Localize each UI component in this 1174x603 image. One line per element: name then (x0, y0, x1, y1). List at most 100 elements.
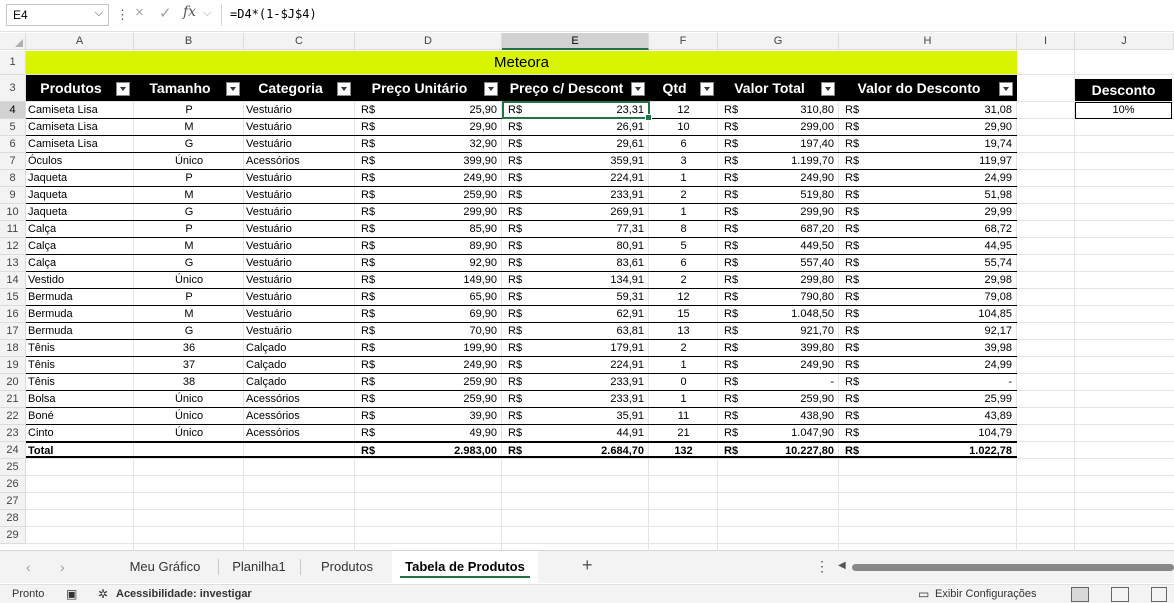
tamanho-cell[interactable]: M (134, 238, 244, 254)
horizontal-scrollbar[interactable]: ◀ (838, 560, 1174, 573)
total-cell[interactable]: 299,80 (718, 272, 839, 288)
more-options-icon[interactable]: ⋮ (815, 558, 829, 575)
qtd-cell[interactable]: 12 (649, 289, 718, 305)
categoria-cell[interactable]: Vestuário (244, 238, 355, 254)
desconto-cell[interactable]: 39,98 (839, 340, 1017, 356)
row-header-23[interactable]: 23 (0, 425, 26, 442)
categoria-cell[interactable]: Acessórios (244, 425, 355, 441)
desconto-cell[interactable]: 104,85 (839, 306, 1017, 322)
desconto-cell[interactable]: 29,99 (839, 204, 1017, 220)
row-header-24[interactable]: 24 (0, 442, 26, 459)
tamanho-cell[interactable]: 38 (134, 374, 244, 390)
row-header-3[interactable]: 3 (0, 75, 26, 102)
tamanho-cell[interactable]: 37 (134, 357, 244, 373)
row-header-7[interactable]: 7 (0, 153, 26, 170)
produto-cell[interactable]: Cinto (26, 425, 134, 441)
preco_desc-cell[interactable]: 44,91 (502, 425, 649, 441)
total-cell[interactable]: 10.227,80 (718, 443, 839, 459)
desconto-cell[interactable]: - (839, 374, 1017, 390)
cancel-icon[interactable]: × (135, 4, 144, 21)
qtd-cell[interactable]: 2 (649, 340, 718, 356)
filter-dropdown-icon[interactable] (116, 82, 130, 96)
produto-cell[interactable]: Jaqueta (26, 170, 134, 186)
preco_desc-cell[interactable]: 63,81 (502, 323, 649, 339)
active-cell-selection[interactable] (502, 101, 652, 121)
page-layout-view-button[interactable] (1111, 587, 1129, 602)
categoria-cell[interactable]: Vestuário (244, 306, 355, 322)
discount-value[interactable]: 10% (1075, 102, 1172, 119)
produto-cell[interactable]: Camiseta Lisa (26, 119, 134, 135)
chevron-down-icon[interactable]: ⌵ (95, 7, 103, 20)
preco-cell[interactable]: 249,90 (355, 357, 502, 373)
title-cell[interactable]: Meteora (26, 51, 1017, 74)
column-header-a[interactable]: A (26, 33, 134, 50)
insert-function-icon[interactable]: fx (183, 4, 196, 20)
total-cell[interactable]: 299,90 (718, 204, 839, 220)
desconto-cell[interactable]: 29,98 (839, 272, 1017, 288)
table-header-cell[interactable]: Preço Unitário (355, 75, 484, 101)
desconto-cell[interactable]: 1.022,78 (839, 443, 1017, 459)
row-header-6[interactable]: 6 (0, 136, 26, 153)
preco_desc-cell[interactable]: 29,61 (502, 136, 649, 152)
total-cell[interactable]: 299,00 (718, 119, 839, 135)
row-header-25[interactable]: 25 (0, 459, 26, 476)
tamanho-cell[interactable]: G (134, 323, 244, 339)
preco_desc-cell[interactable]: 80,91 (502, 238, 649, 254)
preco_desc-cell[interactable]: 35,91 (502, 408, 649, 424)
preco-cell[interactable]: 149,90 (355, 272, 502, 288)
column-header-e[interactable]: E (502, 33, 649, 50)
preco_desc-cell[interactable]: 62,91 (502, 306, 649, 322)
desconto-cell[interactable]: 43,89 (839, 408, 1017, 424)
preco-cell[interactable]: 25,90 (355, 102, 502, 118)
qtd-cell[interactable]: 15 (649, 306, 718, 322)
produto-cell[interactable]: Óculos (26, 153, 134, 169)
preco-cell[interactable]: 199,90 (355, 340, 502, 356)
categoria-cell[interactable]: Vestuário (244, 119, 355, 135)
categoria-cell[interactable]: Vestuário (244, 255, 355, 271)
row-header-14[interactable]: 14 (0, 272, 26, 289)
total-cell[interactable]: 790,80 (718, 289, 839, 305)
tamanho-cell[interactable]: Único (134, 408, 244, 424)
qtd-cell[interactable]: 1 (649, 170, 718, 186)
macro-recording-icon[interactable]: ▣ (66, 587, 77, 601)
row-header-29[interactable]: 29 (0, 527, 26, 544)
sheet-tab[interactable]: Meu Gráfico (112, 551, 218, 583)
filter-dropdown-icon[interactable] (631, 82, 645, 96)
desconto-cell[interactable]: 44,95 (839, 238, 1017, 254)
preco_desc-cell[interactable]: 233,91 (502, 374, 649, 390)
row-header-17[interactable]: 17 (0, 323, 26, 340)
qtd-cell[interactable]: 5 (649, 238, 718, 254)
produto-cell[interactable]: Tênis (26, 340, 134, 356)
categoria-cell[interactable]: Vestuário (244, 272, 355, 288)
tamanho-cell[interactable]: 36 (134, 340, 244, 356)
tamanho-cell[interactable]: Único (134, 153, 244, 169)
preco-cell[interactable]: 29,90 (355, 119, 502, 135)
categoria-cell[interactable]: Calçado (244, 340, 355, 356)
total-cell[interactable]: - (718, 374, 839, 390)
categoria-cell[interactable]: Vestuário (244, 170, 355, 186)
qtd-cell[interactable]: 132 (649, 443, 718, 459)
preco_desc-cell[interactable]: 224,91 (502, 170, 649, 186)
preco_desc-cell[interactable]: 77,31 (502, 221, 649, 237)
preco-cell[interactable]: 2.983,00 (355, 443, 502, 459)
preco-cell[interactable]: 259,90 (355, 187, 502, 203)
table-header-cell[interactable]: Valor Total (718, 75, 821, 101)
row-header-22[interactable]: 22 (0, 408, 26, 425)
sheet-tab[interactable]: Produtos (304, 551, 390, 583)
preco-cell[interactable]: 399,90 (355, 153, 502, 169)
table-header-cell[interactable]: Produtos (26, 75, 116, 101)
select-all-button[interactable] (0, 33, 26, 50)
display-settings-button[interactable]: Exibir Configurações (935, 588, 1037, 600)
categoria-cell[interactable]: Vestuário (244, 187, 355, 203)
row-header-26[interactable]: 26 (0, 476, 26, 493)
produto-cell[interactable]: Bermuda (26, 306, 134, 322)
qtd-cell[interactable]: 1 (649, 357, 718, 373)
produto-cell[interactable]: Tênis (26, 374, 134, 390)
qtd-cell[interactable]: 11 (649, 408, 718, 424)
produto-cell[interactable]: Bermuda (26, 289, 134, 305)
categoria-cell[interactable]: Vestuário (244, 221, 355, 237)
total-cell[interactable]: 449,50 (718, 238, 839, 254)
categoria-cell[interactable]: Acessórios (244, 391, 355, 407)
qtd-cell[interactable]: 3 (649, 153, 718, 169)
preco_desc-cell[interactable]: 134,91 (502, 272, 649, 288)
